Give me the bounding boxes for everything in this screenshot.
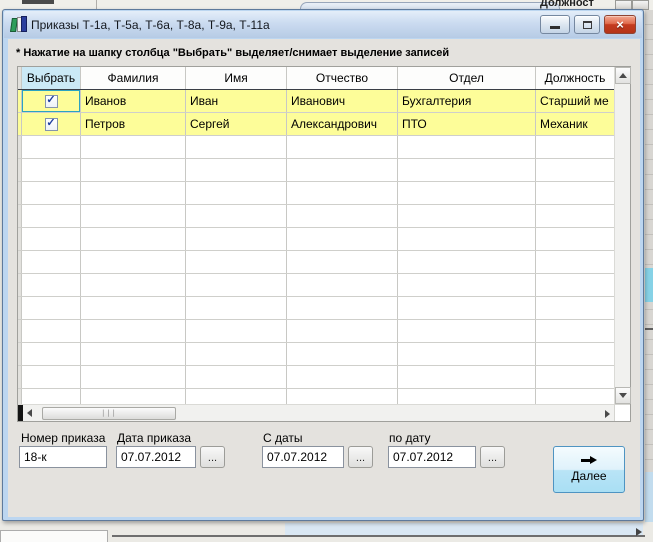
dialog-client-area: * Нажатие на шапку столбца "Выбрать" выд… [8,39,640,517]
order-date-input[interactable] [116,446,196,468]
background-column-label: Должност [540,0,594,9]
vertical-scrollbar[interactable] [614,67,631,404]
screen: Должност Приказы Т-1а, Т-5а, Т-6а, Т-8а,… [0,0,653,542]
column-header-department[interactable]: Отдел [398,67,536,89]
window-controls: × [540,15,636,34]
next-arrow-icon [581,456,597,465]
table-body: Выбрать Фамилия Имя Отчество Отдел Должн… [18,67,614,404]
cell-firstname: Сергей [186,113,287,135]
scroll-up-button[interactable] [615,67,631,84]
hint-text: * Нажатие на шапку столбца "Выбрать" выд… [16,47,450,59]
column-header-lastname[interactable]: Фамилия [81,67,186,89]
background-divider [645,328,653,330]
date-from-input[interactable] [262,446,344,468]
maximize-icon [582,20,592,29]
next-button-label: Далее [571,469,607,483]
column-header-select[interactable]: Выбрать [22,67,81,89]
next-button[interactable]: Далее [553,446,625,493]
minimize-icon [550,26,560,29]
background-divider [112,535,645,537]
cell-department: Бухгалтерия [398,90,536,112]
column-header-firstname[interactable]: Имя [186,67,287,89]
row-checkbox[interactable]: ✓ [44,117,58,131]
close-button[interactable]: × [604,15,636,34]
check-icon: ✓ [46,117,56,129]
table-row-empty [18,343,614,366]
close-icon: × [616,16,624,32]
arrow-up-icon [619,73,627,78]
cell-lastname: Иванов [81,90,186,112]
date-to-browse-button[interactable]: ... [480,446,505,468]
cell-middlename: Иванович [287,90,398,112]
background-text-fragment [22,0,54,4]
order-date-browse-button[interactable]: ... [200,446,225,468]
scrollbar-thumb[interactable]: ||| [42,406,176,420]
arrow-left-icon[interactable] [27,409,32,417]
cell-position: Механик [536,113,614,135]
employees-table: Выбрать Фамилия Имя Отчество Отдел Должн… [17,66,631,422]
table-row-empty [18,251,614,274]
date-to-input[interactable] [388,446,476,468]
order-number-input[interactable] [19,446,107,468]
arrow-right-icon[interactable] [605,410,610,418]
cell-middlename: Александрович [287,113,398,135]
background-window-bottom [0,522,653,542]
table-row-empty [18,320,614,343]
table-row-empty [18,274,614,297]
table-row-empty [18,205,614,228]
horizontal-scrollbar[interactable]: ||| [18,404,614,421]
grip-icon: ||| [101,408,117,417]
table-header-row: Выбрать Фамилия Имя Отчество Отдел Должн… [18,67,614,90]
order-date-label: Дата приказа [117,431,192,445]
scrollbar-corner [614,404,630,421]
background-field [0,530,108,542]
column-header-position[interactable]: Должность [536,67,614,89]
table-row-empty [18,159,614,182]
table-row-empty [18,182,614,205]
splitter-handle[interactable] [18,405,23,421]
date-to-label: по дату [389,431,431,445]
table-row-empty [18,366,614,389]
minimize-button[interactable] [540,15,570,34]
date-from-browse-button[interactable]: ... [348,446,373,468]
title-bar[interactable]: Приказы Т-1а, Т-5а, Т-6а, Т-8а, Т-9а, Т-… [4,11,642,38]
cell-firstname: Иван [186,90,287,112]
table-row-empty [18,297,614,320]
table-row[interactable]: ✓ Иванов Иван Иванович Бухгалтерия Старш… [18,90,614,113]
cell-lastname: Петров [81,113,186,135]
table-row[interactable]: ✓ Петров Сергей Александрович ПТО Механи… [18,113,614,136]
background-arrow-icon [636,528,642,536]
column-header-middlename[interactable]: Отчество [287,67,398,89]
orders-dialog-window: Приказы Т-1а, Т-5а, Т-6а, Т-8а, Т-9а, Т-… [2,9,644,521]
date-from-label: С даты [263,431,303,445]
scroll-down-button[interactable] [615,387,631,404]
background-highlight-cell [645,268,653,302]
table-row-empty [18,136,614,159]
table-row-empty [18,228,614,251]
cell-position: Старший ме [536,90,614,112]
order-number-label: Номер приказа [21,431,106,445]
background-window-right [645,10,653,542]
arrow-down-icon [619,393,627,398]
window-title: Приказы Т-1а, Т-5а, Т-6а, Т-8а, Т-9а, Т-… [31,17,270,32]
select-cell: ✓ [22,90,81,112]
table-row-empty [18,389,614,404]
row-checkbox[interactable]: ✓ [44,94,58,108]
select-cell: ✓ [22,113,81,135]
cell-department: ПТО [398,113,536,135]
maximize-button[interactable] [574,15,600,34]
books-icon [10,16,27,32]
check-icon: ✓ [46,94,56,106]
